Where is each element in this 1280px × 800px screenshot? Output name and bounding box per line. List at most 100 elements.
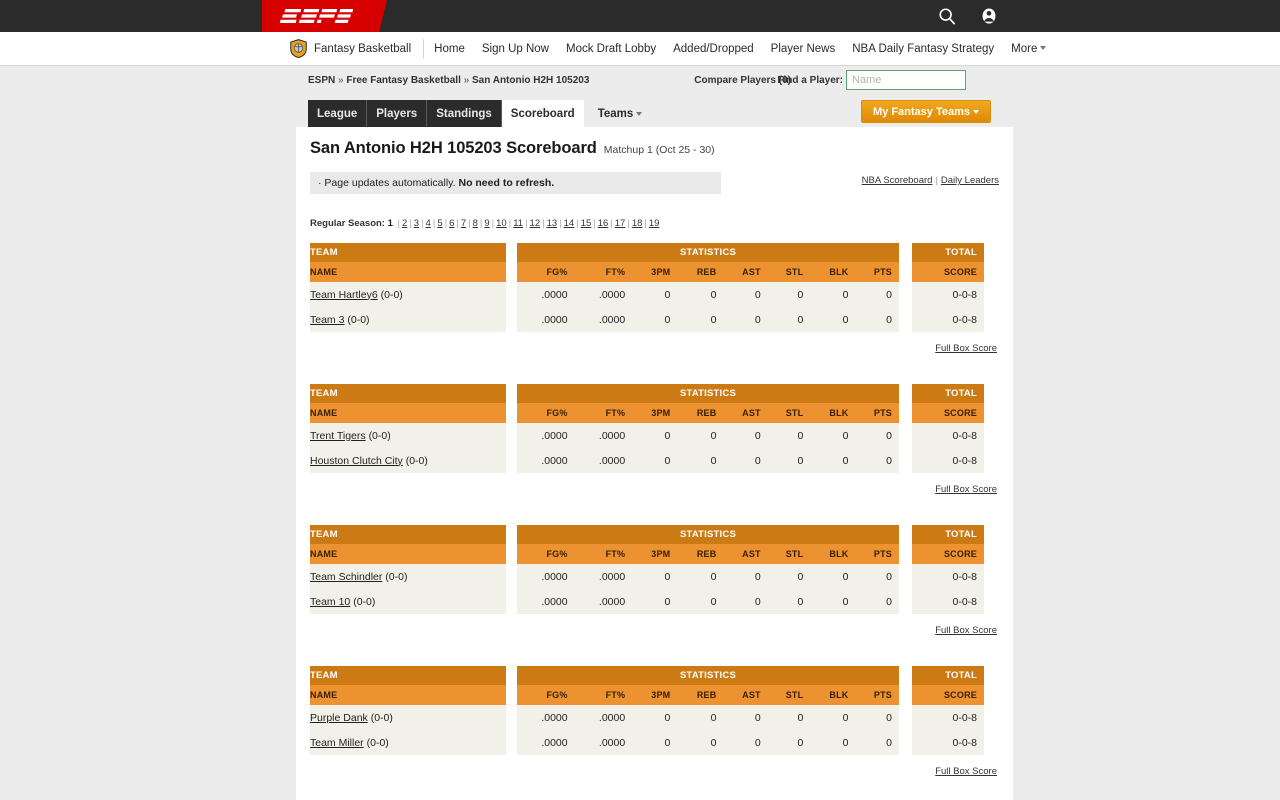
stat-header-3pm[interactable]: 3PM [632,685,678,705]
nav-link-more[interactable]: More [1011,43,1047,55]
week-link-5[interactable]: 5 [437,218,442,229]
user-avatar-icon[interactable] [978,5,1000,27]
matchup-block: TEAM NAME Trent Tigers (0-0) Houston Clutch… [310,384,999,497]
tab-players[interactable]: Players [367,100,428,127]
stat-header-fgpct[interactable]: FG% [517,544,575,564]
fantasy-basketball-brand[interactable]: Fantasy Basketball [290,38,425,59]
week-link-15[interactable]: 15 [581,218,592,229]
stat-header-reb[interactable]: REB [677,544,724,564]
stat-header-blk[interactable]: BLK [810,403,856,423]
week-link-14[interactable]: 14 [564,218,575,229]
stat-header-ftpct[interactable]: FT% [574,544,633,564]
stat-header-ast[interactable]: AST [723,544,768,564]
team-link[interactable]: Trent Tigers [310,430,366,442]
sport-nav-links: Home Sign Up Now Mock Draft Lobby Added/… [434,43,1047,55]
search-icon[interactable] [936,5,958,27]
week-link-13[interactable]: 13 [547,218,558,229]
stat-header-stl[interactable]: STL [767,262,811,282]
stat-cell: 0 [632,282,678,307]
team-name-cell: Team 10 (0-0) [310,589,506,614]
week-current[interactable]: 1 [388,218,393,229]
stat-header-ftpct[interactable]: FT% [574,262,633,282]
nav-link-sign-up-now[interactable]: Sign Up Now [482,43,549,55]
stat-header-blk[interactable]: BLK [810,544,856,564]
stat-header-blk[interactable]: BLK [810,685,856,705]
matchup-tables: TEAM NAME Trent Tigers (0-0) Houston Clutch… [310,384,999,473]
nav-link-player-news[interactable]: Player News [771,43,836,55]
stat-header-reb[interactable]: REB [677,262,724,282]
chevron-down-icon [973,109,979,114]
table-row: .0000.0000 0 0 0 0 0 0 [517,730,899,755]
full-box-score-link[interactable]: Full Box Score [935,766,997,777]
week-link-16[interactable]: 16 [598,218,609,229]
matchup-block: TEAM NAME Team Hartley6 (0-0) Team 3 (0-0) S… [310,243,999,356]
week-link-11[interactable]: 11 [513,218,523,229]
full-box-score-link[interactable]: Full Box Score [935,343,997,354]
stat-header-ast[interactable]: AST [723,403,768,423]
stat-cell: .0000 [517,423,575,448]
week-link-17[interactable]: 17 [615,218,626,229]
week-link-18[interactable]: 18 [632,218,643,229]
my-fantasy-teams-button[interactable]: My Fantasy Teams [860,100,991,123]
espn-logo[interactable] [262,0,387,32]
find-a-player-input[interactable] [846,70,966,90]
stat-header-ftpct[interactable]: FT% [574,403,633,423]
breadcrumb: ESPN » Free Fantasy Basketball » San Ant… [308,75,589,86]
team-link[interactable]: Purple Dank [310,712,368,724]
week-link-19[interactable]: 19 [649,218,660,229]
breadcrumb-section[interactable]: Free Fantasy Basketball [346,75,461,86]
table-row: 0-0-8 [912,705,984,730]
nav-link-added-dropped[interactable]: Added/Dropped [673,43,754,55]
week-link-10[interactable]: 10 [496,218,507,229]
tab-teams[interactable]: Teams [584,100,652,127]
stat-header-fgpct[interactable]: FG% [517,262,575,282]
nba-scoreboard-link[interactable]: NBA Scoreboard [862,175,933,186]
breadcrumb-league[interactable]: San Antonio H2H 105203 [472,75,589,86]
stat-header-ast[interactable]: AST [723,685,768,705]
matchup-block: TEAM NAME Purple Dank (0-0) Team Miller (0-… [310,666,999,779]
full-box-score-link[interactable]: Full Box Score [935,625,997,636]
team-link[interactable]: Team Schindler [310,571,382,583]
full-box-score-link[interactable]: Full Box Score [935,484,997,495]
tab-league[interactable]: League [308,100,368,127]
stat-cell: .0000 [517,705,575,730]
tab-standings[interactable]: Standings [427,100,502,127]
nav-link-nba-daily-fantasy-strategy[interactable]: NBA Daily Fantasy Strategy [852,43,994,55]
table-row: .0000.0000 0 0 0 0 0 0 [517,423,899,448]
stat-header-fgpct[interactable]: FG% [517,685,575,705]
week-link-12[interactable]: 12 [530,218,541,229]
score-header: SCORE [912,685,984,705]
stat-header-3pm[interactable]: 3PM [632,403,678,423]
stat-header-3pm[interactable]: 3PM [632,544,678,564]
sport-navigation: Fantasy Basketball Home Sign Up Now Mock… [0,32,1280,66]
stat-header-fgpct[interactable]: FG% [517,403,575,423]
stat-header-reb[interactable]: REB [677,685,724,705]
stat-header-stl[interactable]: STL [767,685,811,705]
stat-header-pts[interactable]: PTS [855,262,899,282]
stat-header-ast[interactable]: AST [723,262,768,282]
team-link[interactable]: Team 10 [310,596,350,608]
stat-cell: 0 [767,282,811,307]
daily-leaders-link[interactable]: Daily Leaders [941,175,999,186]
stat-header-stl[interactable]: STL [767,544,811,564]
team-link[interactable]: Team Hartley6 [310,289,378,301]
team-link[interactable]: Team Miller [310,737,364,749]
nav-link-home[interactable]: Home [434,43,465,55]
stat-header-pts[interactable]: PTS [855,685,899,705]
nav-link-mock-draft-lobby[interactable]: Mock Draft Lobby [566,43,656,55]
stat-header-ftpct[interactable]: FT% [574,685,633,705]
stat-header-pts[interactable]: PTS [855,403,899,423]
team-link[interactable]: Team 3 [310,314,344,326]
stat-header-3pm[interactable]: 3PM [632,262,678,282]
team-link[interactable]: Houston Clutch City [310,455,403,467]
tab-scoreboard[interactable]: Scoreboard [501,100,584,127]
stat-header-reb[interactable]: REB [677,403,724,423]
week-link-9[interactable]: 9 [484,218,489,229]
stat-cell: .0000 [517,730,575,755]
stat-header-pts[interactable]: PTS [855,544,899,564]
stat-header-stl[interactable]: STL [767,403,811,423]
breadcrumb-root[interactable]: ESPN [308,75,335,86]
table-row: Team 3 (0-0) [310,307,506,332]
stat-header-blk[interactable]: BLK [810,262,856,282]
stat-cell: 0 [855,423,899,448]
